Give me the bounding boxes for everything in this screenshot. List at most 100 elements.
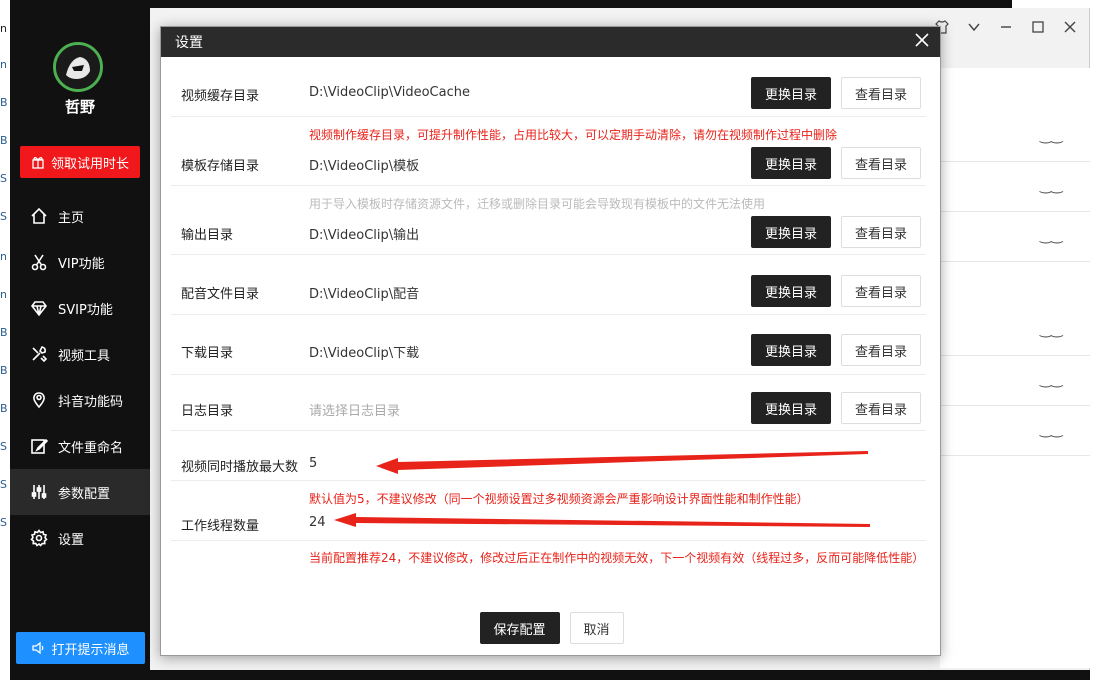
setting-row-template: 模板存储目录 D:\VideoClip\模板 更换目录 查看目录 <box>171 145 926 186</box>
view-dir-button[interactable]: 查看目录 <box>841 334 921 366</box>
close-window-icon[interactable] <box>1061 18 1079 36</box>
sidebar-item-svip[interactable]: SVIP功能 <box>10 285 150 331</box>
sidebar-item-settings[interactable]: 设置 <box>10 515 150 561</box>
view-dir-button[interactable]: 查看目录 <box>841 77 921 109</box>
list-item: ‿‿ <box>940 406 1090 456</box>
cancel-button[interactable]: 取消 <box>569 612 624 644</box>
sliders-icon <box>31 485 47 499</box>
scissors-icon <box>31 254 47 271</box>
eye-closed-icon[interactable]: ‿‿ <box>1040 178 1063 194</box>
avatar-image <box>56 45 100 89</box>
change-dir-button[interactable]: 更换目录 <box>751 147 831 179</box>
maximize-icon[interactable] <box>1029 18 1047 36</box>
sidebar-item-home[interactable]: 主页 <box>10 193 150 239</box>
setting-row-max-play: 视频同时播放最大数 5 <box>171 431 926 481</box>
close-icon[interactable] <box>912 32 932 52</box>
sidebar-item-label: 视频工具 <box>58 348 111 364</box>
list-item: ‿‿ <box>940 212 1090 262</box>
cut-text: S <box>0 172 7 185</box>
change-dir-button[interactable]: 更换目录 <box>751 275 831 307</box>
template-note: 用于导入模板时存储资源文件，迁移或删除目录可能会导致现有模板中的文件无法使用 <box>309 197 766 211</box>
setting-value: D:\VideoClip\VideoCache <box>309 85 470 100</box>
chevron-down-icon[interactable] <box>965 18 983 36</box>
sidebar-item-label: 主页 <box>58 210 85 226</box>
change-dir-button[interactable]: 更换目录 <box>751 77 831 109</box>
cut-text: B <box>0 134 8 147</box>
avatar[interactable] <box>53 42 103 92</box>
video-cache-note: 视频制作缓存目录，可提升制作性能，占用比较大，可以定期手动清除，请勿在视频制作过… <box>309 128 838 142</box>
list-item: ‿‿ <box>940 306 1090 356</box>
setting-label: 视频同时播放最大数 <box>181 460 299 475</box>
list-item: ‿‿ <box>940 162 1090 212</box>
setting-value: D:\VideoClip\输出 <box>309 228 420 243</box>
list-item: ‿‿ <box>940 356 1090 406</box>
cut-text: n <box>0 250 7 263</box>
view-dir-button[interactable]: 查看目录 <box>841 392 921 424</box>
change-dir-button[interactable]: 更换目录 <box>751 334 831 366</box>
sidebar-item-label: 抖音功能码 <box>58 394 124 410</box>
setting-row-threads: 工作线程数量 24 <box>171 507 926 541</box>
save-config-button[interactable]: 保存配置 <box>479 612 560 644</box>
username: 哲野 <box>64 98 95 116</box>
dialog-footer: 保存配置 取消 <box>161 612 942 644</box>
sidebar-item-douyin[interactable]: 抖音功能码 <box>10 377 150 423</box>
open-notifications-label: 打开提示消息 <box>51 642 130 658</box>
dialog-header: 设置 <box>161 27 940 57</box>
setting-label: 日志目录 <box>181 404 234 419</box>
threads-note: 当前配置推荐24，不建议修改，修改过后正在制作中的视频无效，下一个视频有效（线程… <box>309 551 925 565</box>
eye-closed-icon[interactable]: ‿‿ <box>1040 322 1063 338</box>
sidebar-item-label: 设置 <box>58 532 85 548</box>
view-dir-button[interactable]: 查看目录 <box>841 216 921 248</box>
setting-label: 模板存储目录 <box>181 159 260 174</box>
eye-closed-icon[interactable]: ‿‿ <box>1040 128 1063 144</box>
setting-row-download: 下载目录 D:\VideoClip\下载 更换目录 查看目录 <box>171 315 926 375</box>
eye-closed-icon[interactable]: ‿‿ <box>1040 422 1063 438</box>
background-list: ‿‿ ‿‿ ‿‿ ‿‿ ‿‿ ‿‿ <box>940 68 1090 668</box>
claim-trial-button[interactable]: 领取试用时长 <box>20 146 140 178</box>
home-icon <box>31 207 47 224</box>
sidebar-item-params[interactable]: 参数配置 <box>10 469 150 515</box>
eye-closed-icon[interactable]: ‿‿ <box>1040 228 1063 244</box>
threads-input[interactable]: 24 <box>309 515 326 530</box>
list-item: ‿‿ <box>940 112 1090 162</box>
window-bottom-strip <box>50 670 1090 680</box>
open-notifications-button[interactable]: 打开提示消息 <box>16 632 145 664</box>
window-controls <box>933 18 1089 36</box>
speaker-icon <box>32 641 44 655</box>
window-top-strip <box>150 0 1012 8</box>
cut-text: B <box>0 96 8 109</box>
cut-text: n <box>0 288 7 301</box>
setting-label: 视频缓存目录 <box>181 89 260 104</box>
minimize-icon[interactable] <box>997 18 1015 36</box>
change-dir-button[interactable]: 更换目录 <box>751 392 831 424</box>
setting-value: D:\VideoClip\模板 <box>309 159 420 174</box>
sidebar-item-label: VIP功能 <box>58 256 105 272</box>
sidebar-item-vip[interactable]: VIP功能 <box>10 239 150 285</box>
view-dir-button[interactable]: 查看目录 <box>841 147 921 179</box>
log-dir-placeholder[interactable]: 请选择日志目录 <box>309 400 400 419</box>
gear-icon <box>30 529 48 547</box>
setting-row-dubbing: 配音文件目录 D:\VideoClip\配音 更换目录 查看目录 <box>171 263 926 315</box>
cut-text: S <box>0 440 7 453</box>
setting-label: 工作线程数量 <box>181 519 260 534</box>
setting-row-log: 日志目录 请选择日志目录 更换目录 查看目录 <box>171 375 926 431</box>
cut-text: n <box>0 58 7 71</box>
setting-label: 配音文件目录 <box>181 287 260 302</box>
cut-text: S <box>0 210 7 223</box>
max-play-input[interactable]: 5 <box>309 456 317 471</box>
sidebar-item-rename[interactable]: 文件重命名 <box>10 423 150 469</box>
eye-closed-icon[interactable]: ‿‿ <box>1040 372 1063 388</box>
location-icon <box>33 392 45 409</box>
change-dir-button[interactable]: 更换目录 <box>751 216 831 248</box>
setting-row-output: 输出目录 D:\VideoClip\输出 更换目录 查看目录 <box>171 213 926 255</box>
sidebar-item-video-tools[interactable]: 视频工具 <box>10 331 150 377</box>
sidebar: 哲野 领取试用时长 主页 VIP功能 SVIP功能 视频工具 抖音功能码 文件重… <box>10 0 150 680</box>
settings-dialog: 设置 视频缓存目录 D:\VideoClip\VideoCache 更换目录 查… <box>160 26 941 656</box>
setting-value: D:\VideoClip\下载 <box>309 346 420 361</box>
diamond-icon <box>30 301 48 317</box>
sidebar-item-label: 参数配置 <box>58 486 111 502</box>
view-dir-button[interactable]: 查看目录 <box>841 275 921 307</box>
dialog-title: 设置 <box>175 35 203 51</box>
setting-label: 下载目录 <box>181 346 234 361</box>
cut-text: n <box>0 22 7 35</box>
